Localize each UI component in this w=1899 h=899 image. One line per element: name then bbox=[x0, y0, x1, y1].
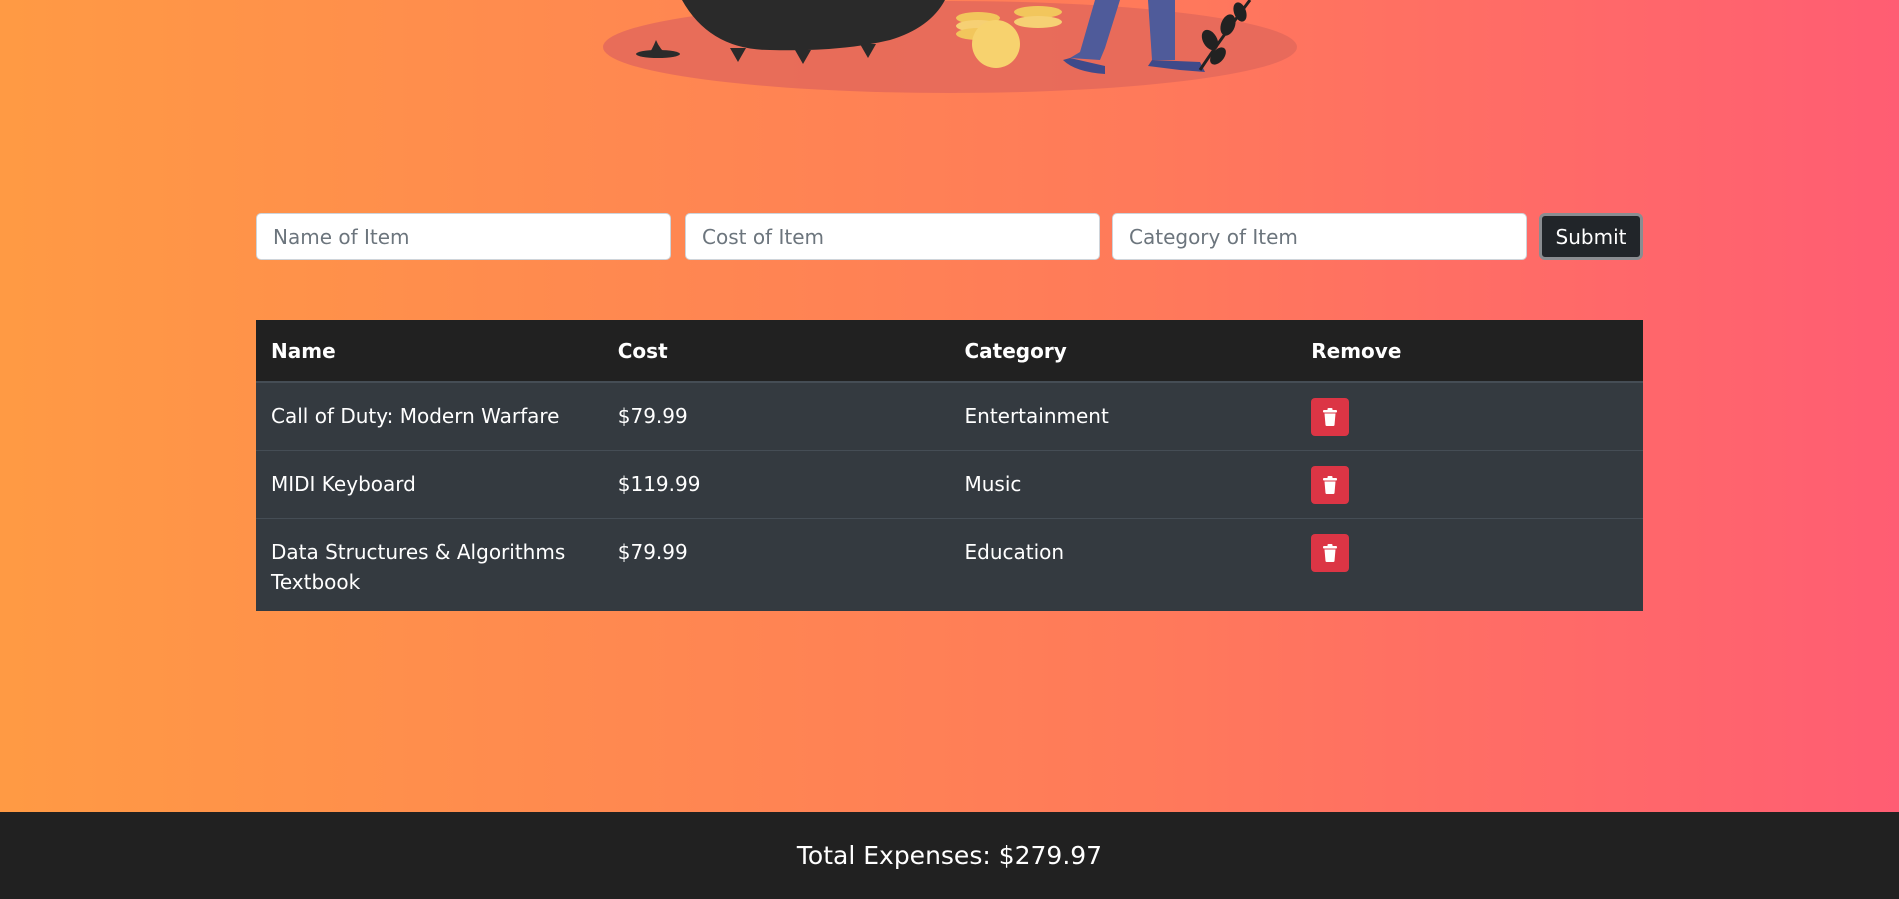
cell-item-category: Entertainment bbox=[949, 381, 1297, 451]
cell-item-name: MIDI Keyboard bbox=[256, 450, 603, 519]
cell-item-category: Education bbox=[949, 518, 1297, 611]
column-header-remove: Remove bbox=[1296, 320, 1643, 383]
table-row: MIDI Keyboard $119.99 Music bbox=[256, 450, 1643, 519]
cell-item-cost: $79.99 bbox=[602, 381, 950, 451]
cell-item-name: Data Structures & Algorithms Textbook bbox=[256, 518, 603, 611]
column-header-category: Category bbox=[949, 320, 1297, 383]
add-expense-form: Submit bbox=[256, 213, 1643, 260]
footer: Total Expenses: $279.97 bbox=[0, 812, 1899, 899]
table-body: Call of Duty: Modern Warfare $79.99 Ente… bbox=[256, 381, 1643, 611]
table-header-row: Name Cost Category Remove bbox=[256, 320, 1643, 383]
trash-icon bbox=[1323, 544, 1338, 562]
expenses-table: Name Cost Category Remove Call of Duty: … bbox=[256, 320, 1643, 611]
cell-item-cost: $79.99 bbox=[602, 518, 950, 611]
item-cost-input[interactable] bbox=[685, 213, 1100, 260]
cell-item-category: Music bbox=[949, 450, 1297, 519]
table-header: Name Cost Category Remove bbox=[256, 320, 1643, 383]
hero-illustration bbox=[603, 0, 1297, 93]
cell-item-cost: $119.99 bbox=[602, 450, 950, 519]
table-row: Call of Duty: Modern Warfare $79.99 Ente… bbox=[256, 381, 1643, 451]
remove-button[interactable] bbox=[1311, 534, 1350, 572]
item-category-input[interactable] bbox=[1112, 213, 1527, 260]
total-expenses: Total Expenses: $279.97 bbox=[796, 841, 1103, 870]
cell-remove bbox=[1296, 381, 1643, 451]
column-header-name: Name bbox=[256, 320, 603, 383]
table-row: Data Structures & Algorithms Textbook $7… bbox=[256, 518, 1643, 611]
cell-remove bbox=[1296, 518, 1643, 611]
cell-remove bbox=[1296, 450, 1643, 519]
cell-item-name: Call of Duty: Modern Warfare bbox=[256, 381, 603, 451]
remove-button[interactable] bbox=[1311, 398, 1350, 436]
submit-button[interactable]: Submit bbox=[1539, 213, 1643, 260]
trash-icon bbox=[1323, 476, 1338, 494]
remove-button[interactable] bbox=[1311, 466, 1350, 504]
trash-icon bbox=[1323, 408, 1338, 426]
column-header-cost: Cost bbox=[602, 320, 950, 383]
item-name-input[interactable] bbox=[256, 213, 671, 260]
